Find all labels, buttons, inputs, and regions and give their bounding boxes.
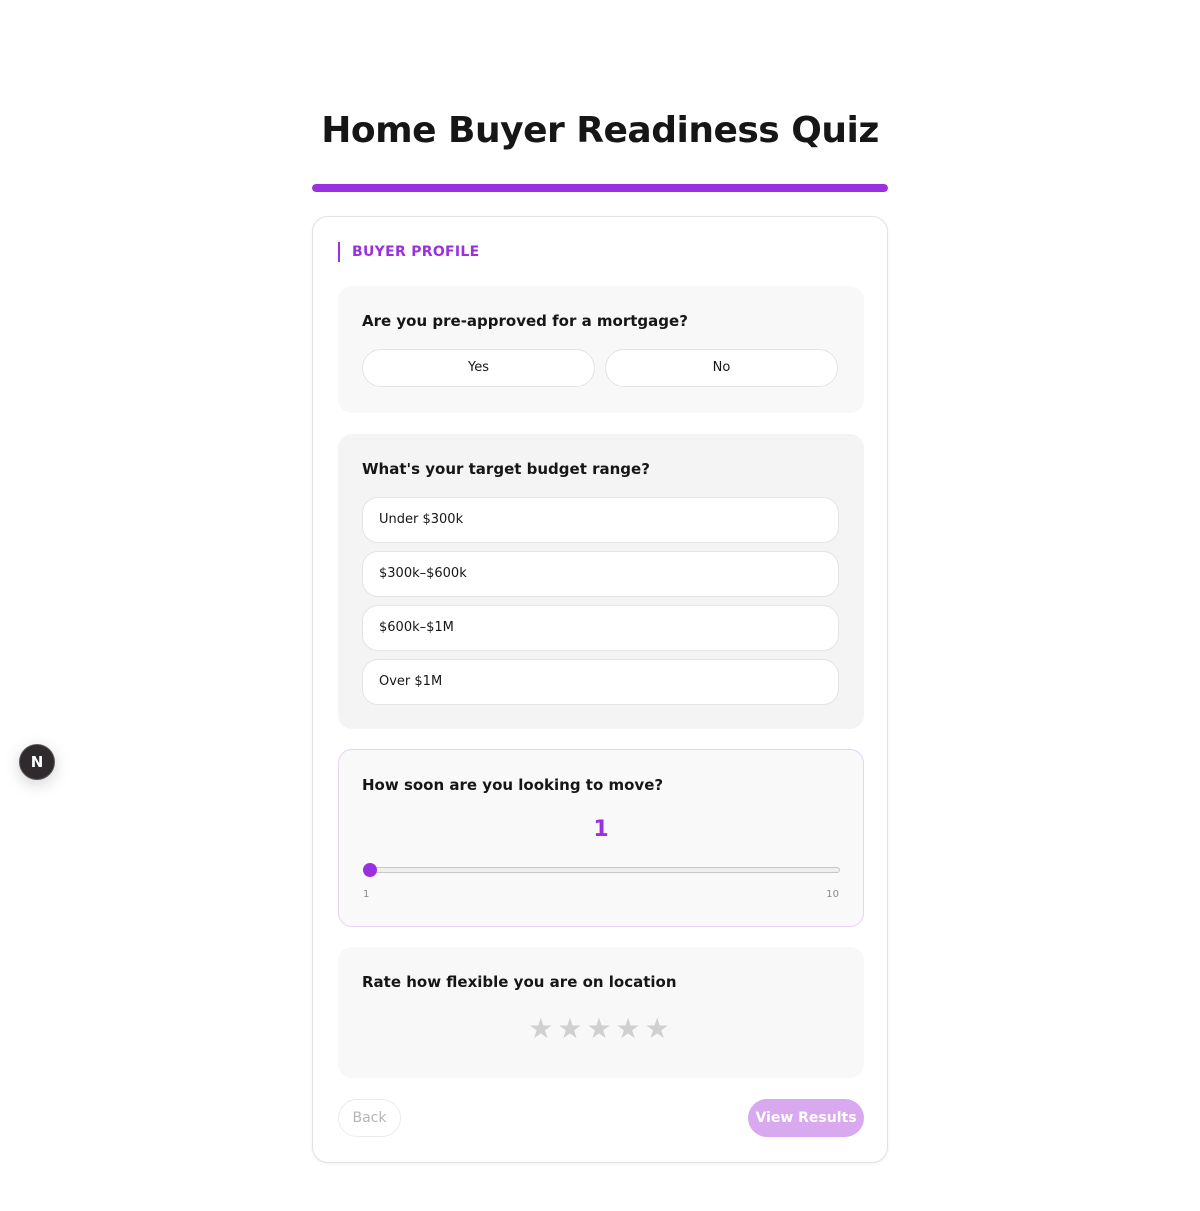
question-timeline: How soon are you looking to move? 1 1 10 bbox=[338, 749, 864, 927]
slider-min-label: 1 bbox=[363, 889, 370, 900]
section-label: BUYER PROFILE bbox=[338, 242, 480, 262]
slider-max-label: 10 bbox=[826, 889, 839, 900]
question-budget: What's your target budget range? Under $… bbox=[338, 434, 864, 729]
question-text: Are you pre-approved for a mortgage? bbox=[362, 312, 688, 330]
star-5-icon[interactable]: ★ bbox=[645, 1012, 674, 1045]
star-2-icon[interactable]: ★ bbox=[557, 1012, 586, 1045]
back-button[interactable]: Back bbox=[338, 1099, 401, 1137]
option-under-300k[interactable]: Under $300k bbox=[362, 497, 839, 543]
option-300k-600k[interactable]: $300k–$600k bbox=[362, 551, 839, 597]
star-3-icon[interactable]: ★ bbox=[586, 1012, 615, 1045]
progress-bar bbox=[312, 184, 888, 192]
quiz-card: BUYER PROFILE Are you pre-approved for a… bbox=[312, 216, 888, 1163]
view-results-button[interactable]: View Results bbox=[748, 1099, 864, 1137]
option-yes-button[interactable]: Yes bbox=[362, 349, 595, 387]
question-preapproved: Are you pre-approved for a mortgage? Yes… bbox=[338, 286, 864, 413]
progress-fill bbox=[312, 184, 888, 192]
question-text: How soon are you looking to move? bbox=[362, 776, 664, 794]
option-600k-1m[interactable]: $600k–$1M bbox=[362, 605, 839, 651]
slider-track[interactable] bbox=[363, 867, 840, 873]
question-location-flexibility: Rate how flexible you are on location ★★… bbox=[338, 947, 864, 1078]
slider-value: 1 bbox=[593, 817, 609, 842]
option-over-1m[interactable]: Over $1M bbox=[362, 659, 839, 705]
question-text: Rate how flexible you are on location bbox=[362, 973, 677, 991]
option-no-button[interactable]: No bbox=[605, 349, 838, 387]
question-text: What's your target budget range? bbox=[362, 460, 650, 478]
next-logo-icon[interactable]: N bbox=[19, 744, 55, 780]
slider-thumb[interactable] bbox=[363, 863, 377, 877]
page-title: Home Buyer Readiness Quiz bbox=[321, 110, 879, 151]
star-1-icon[interactable]: ★ bbox=[528, 1012, 557, 1045]
star-rating: ★★★★★ bbox=[338, 1011, 864, 1047]
star-4-icon[interactable]: ★ bbox=[616, 1012, 645, 1045]
